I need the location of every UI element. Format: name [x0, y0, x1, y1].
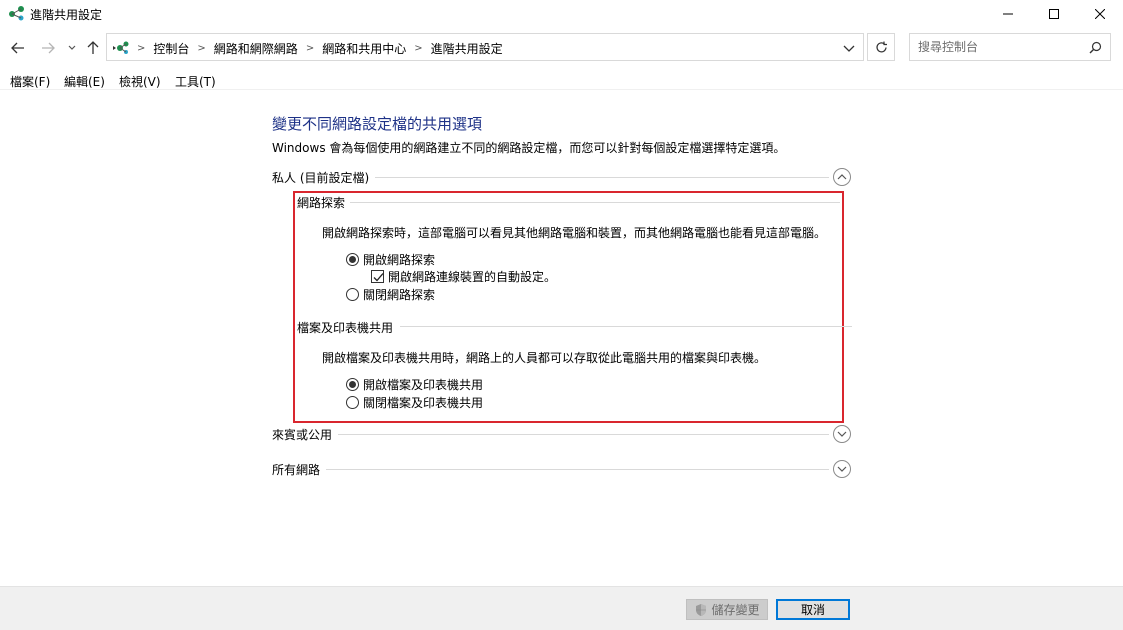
save-changes-label: 儲存變更: [711, 603, 760, 617]
address-bar[interactable]: > 控制台 > 網路和網際網路 > 網路和共用中心 > 進階共用設定: [106, 33, 864, 61]
maximize-button[interactable]: [1031, 0, 1077, 28]
expand-chevron-down-icon[interactable]: [832, 459, 852, 479]
network-discovery-off-option[interactable]: 關閉網路探索: [346, 286, 435, 303]
file-printer-sharing-header: 檔案及印表機共用: [297, 321, 394, 335]
file-printer-sharing-help: 開啟檔案及印表機共用時，網路上的人員都可以存取從此電腦共用的檔案與印表機。: [322, 351, 767, 365]
title-bar: 進階共用設定: [0, 0, 1123, 28]
all-networks-label: 所有網路: [272, 461, 327, 478]
private-profile-label: 私人 (目前設定檔): [272, 169, 376, 186]
save-changes-button[interactable]: 儲存變更: [686, 599, 768, 620]
page-description: Windows 會為每個使用的網路建立不同的網路設定檔，而您可以針對每個設定檔選…: [272, 141, 786, 155]
breadcrumb-separator-icon[interactable]: >: [414, 43, 422, 54]
recent-locations-chevron-down-icon[interactable]: [62, 38, 82, 58]
network-discovery-on-option[interactable]: 開啟網路探索: [346, 251, 435, 268]
divider: [350, 202, 840, 203]
network-discovery-on-radio[interactable]: [346, 253, 359, 266]
breadcrumb-advanced-sharing-settings[interactable]: 進階共用設定: [431, 40, 503, 57]
network-discovery-off-label[interactable]: 關閉網路探索: [363, 286, 435, 303]
network-sharing-icon: [8, 5, 26, 21]
cancel-button[interactable]: 取消: [776, 599, 850, 620]
auto-setup-checkbox[interactable]: [371, 270, 384, 283]
breadcrumb-network-sharing-center[interactable]: 網路和共用中心: [322, 40, 406, 57]
expand-chevron-down-icon[interactable]: [832, 424, 852, 444]
file-sharing-off-option[interactable]: 關閉檔案及印表機共用: [346, 394, 483, 411]
address-history-chevron-down-icon[interactable]: [843, 42, 855, 52]
search-box[interactable]: [909, 33, 1111, 61]
refresh-icon: [875, 41, 887, 52]
uac-shield-icon: [694, 603, 708, 617]
file-sharing-on-radio[interactable]: [346, 378, 359, 391]
close-button[interactable]: [1077, 0, 1123, 28]
menu-view[interactable]: 檢視(V): [119, 73, 161, 90]
footer-bar: 儲存變更 取消: [0, 586, 1123, 630]
search-icon[interactable]: [1089, 41, 1102, 54]
breadcrumb-separator-icon: >: [137, 43, 146, 54]
menu-edit[interactable]: 編輯(E): [64, 73, 105, 90]
window-title: 進階共用設定: [30, 8, 103, 22]
guest-public-label: 來賓或公用: [272, 426, 339, 443]
control-panel-network-icon: [112, 39, 130, 55]
divider: [272, 469, 829, 470]
divider: [272, 434, 829, 435]
network-discovery-off-radio[interactable]: [346, 288, 359, 301]
network-discovery-on-label[interactable]: 開啟網路探索: [363, 251, 435, 268]
search-input[interactable]: [918, 39, 1078, 55]
network-discovery-header: 網路探索: [297, 196, 346, 210]
checkmark-icon: [373, 273, 384, 282]
cancel-label: 取消: [800, 603, 825, 617]
auto-setup-label[interactable]: 開啟網路連線裝置的自動設定。: [388, 268, 556, 285]
file-sharing-on-label[interactable]: 開啟檔案及印表機共用: [363, 376, 483, 393]
forward-arrow-icon[interactable]: [38, 38, 58, 58]
page-title: 變更不同網路設定檔的共用選項: [272, 115, 483, 133]
refresh-button[interactable]: [867, 33, 895, 61]
menu-bar: 檔案(F) 編輯(E) 檢視(V) 工具(T): [0, 70, 1123, 90]
private-profile-header[interactable]: 私人 (目前設定檔): [272, 167, 852, 189]
breadcrumb: > 控制台 > 網路和網際網路 > 網路和共用中心 > 進階共用設定: [129, 40, 503, 57]
divider: [400, 326, 852, 327]
back-arrow-icon[interactable]: [8, 38, 28, 58]
menu-tools[interactable]: 工具(T): [175, 73, 216, 90]
file-sharing-off-radio[interactable]: [346, 396, 359, 409]
file-sharing-on-option[interactable]: 開啟檔案及印表機共用: [346, 376, 483, 393]
network-discovery-help: 開啟網路探索時，這部電腦可以看見其他網路電腦和裝置，而其他網路電腦也能看見這部電…: [322, 226, 827, 240]
breadcrumb-separator-icon[interactable]: >: [306, 43, 314, 54]
up-arrow-icon[interactable]: [83, 38, 103, 58]
collapse-chevron-up-icon[interactable]: [832, 167, 852, 187]
breadcrumb-network-internet[interactable]: 網路和網際網路: [214, 40, 298, 57]
menu-file[interactable]: 檔案(F): [10, 73, 50, 90]
file-sharing-off-label[interactable]: 關閉檔案及印表機共用: [363, 394, 483, 411]
auto-setup-option[interactable]: 開啟網路連線裝置的自動設定。: [371, 268, 556, 285]
breadcrumb-separator-icon[interactable]: >: [197, 43, 205, 54]
minimize-button[interactable]: [985, 0, 1031, 28]
guest-public-profile-header[interactable]: 來賓或公用: [272, 424, 852, 446]
all-networks-profile-header[interactable]: 所有網路: [272, 459, 852, 481]
breadcrumb-control-panel[interactable]: 控制台: [153, 40, 189, 57]
